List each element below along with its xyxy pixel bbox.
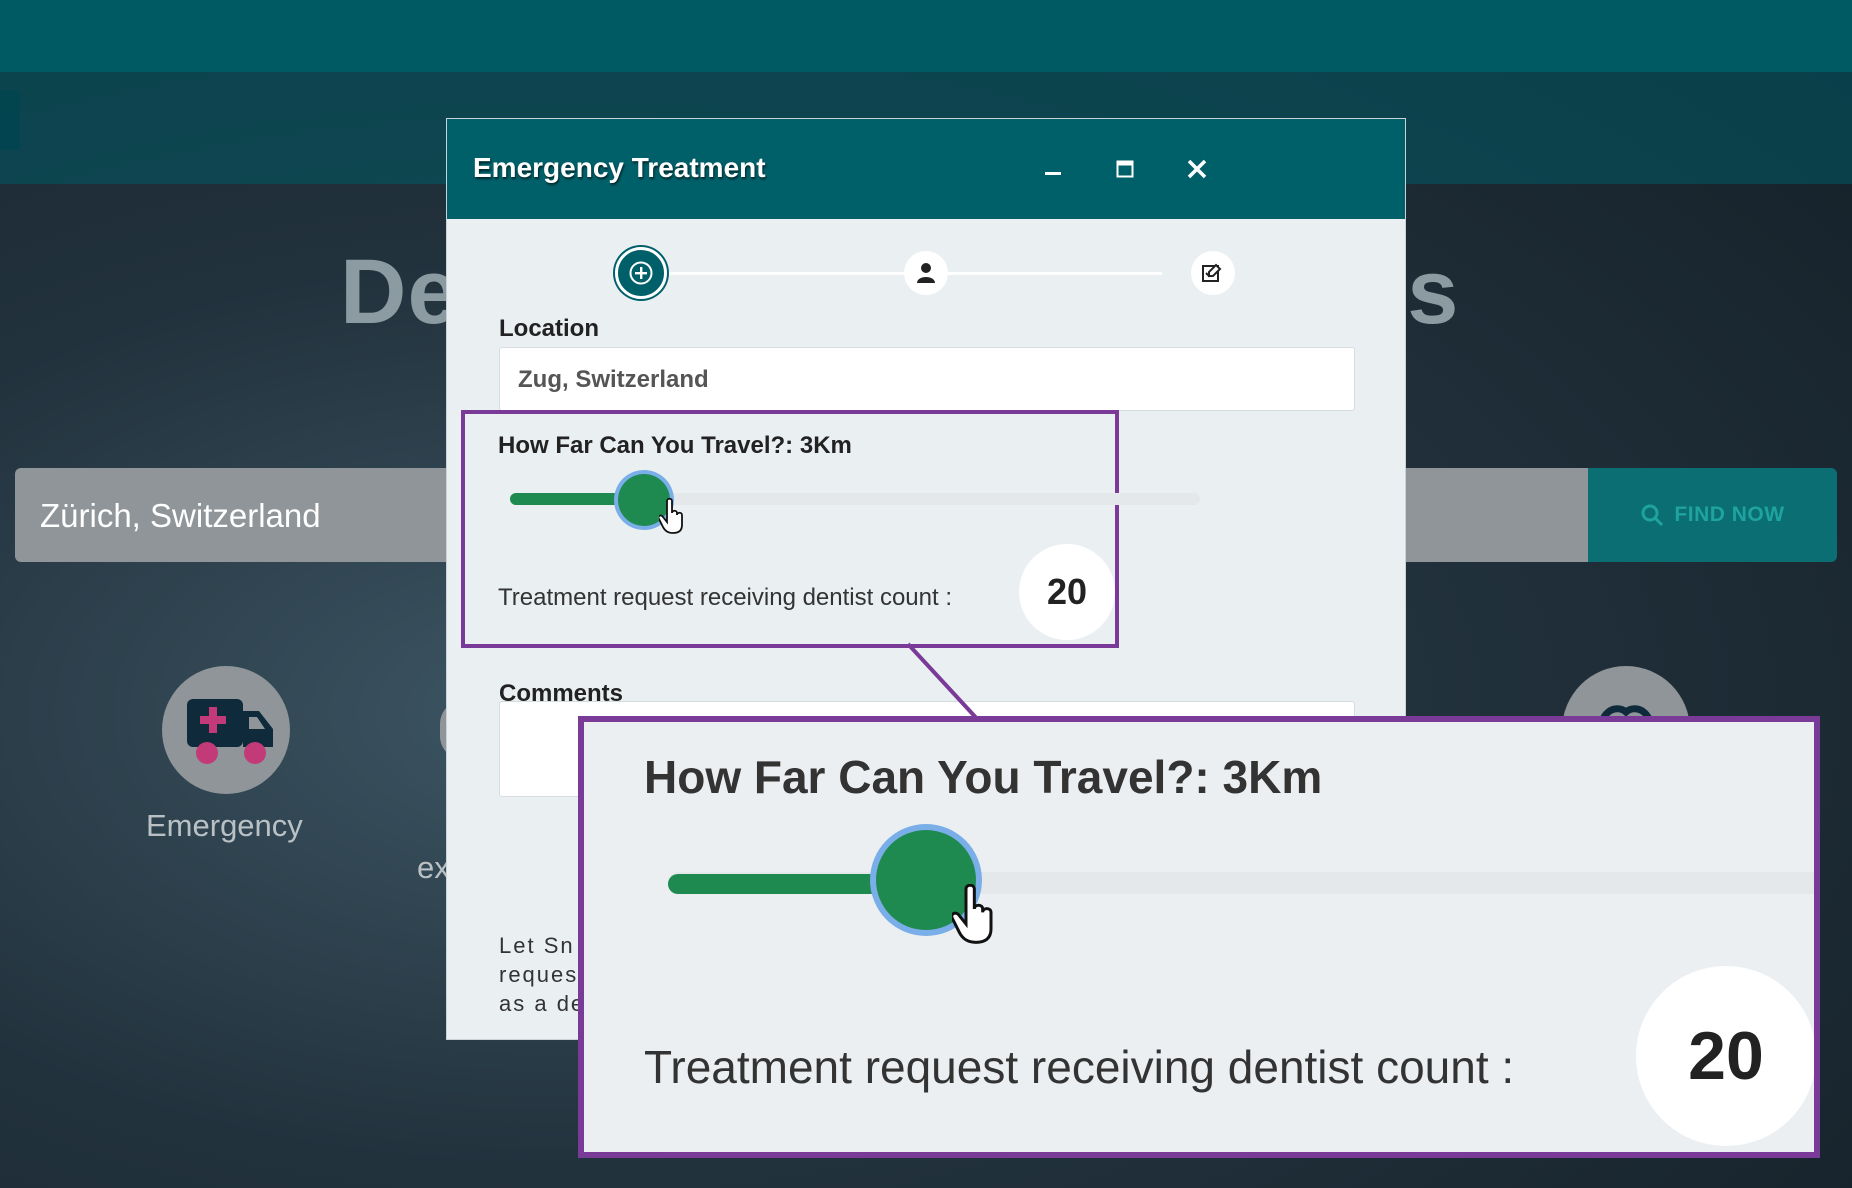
travel-label: How Far Can You Travel?: 3Km	[498, 432, 852, 459]
person-icon	[917, 263, 935, 283]
step-3[interactable]	[1191, 251, 1235, 295]
maximize-button[interactable]	[1101, 145, 1149, 193]
dentist-count-value: 20	[1019, 544, 1115, 640]
maximize-icon	[1116, 160, 1134, 178]
location-label: Location	[499, 315, 599, 342]
find-now-button[interactable]: FIND NOW	[1588, 468, 1837, 562]
service-emergency-label: Emergency	[146, 808, 303, 843]
zoom-travel-label: How Far Can You Travel?: 3Km	[644, 751, 1323, 803]
find-now-label: FIND NOW	[1674, 503, 1785, 526]
travel-slider-fill	[510, 493, 620, 505]
location-input-value: Zug, Switzerland	[518, 366, 709, 393]
search-icon	[1641, 504, 1664, 527]
minimize-button[interactable]	[1029, 145, 1077, 193]
slider-highlight-box: How Far Can You Travel?: 3Km Treatment r…	[461, 410, 1200, 648]
hand-cursor-icon	[659, 498, 683, 534]
dentist-count-label: Treatment request receiving dentist coun…	[498, 584, 953, 611]
zoom-hand-cursor-icon	[952, 884, 993, 944]
zoom-slider-fill	[668, 874, 888, 894]
step-2[interactable]	[904, 251, 948, 295]
dialog-title: Emergency Treatment	[473, 152, 766, 183]
step-1[interactable]	[615, 247, 667, 299]
service-second-label: ex	[417, 850, 450, 885]
close-button[interactable]	[1173, 145, 1221, 193]
location-search-value: Zürich, Switzerland	[40, 497, 321, 534]
service-emergency[interactable]	[162, 666, 290, 794]
dialog-header: Emergency Treatment	[447, 119, 1405, 219]
hero-title-left: De	[340, 241, 460, 343]
zoom-dentist-count-label: Treatment request receiving dentist coun…	[644, 1041, 1515, 1093]
zoom-dentist-count-value: 20	[1636, 966, 1814, 1146]
location-input[interactable]: Zug, Switzerland	[499, 347, 1355, 411]
minimize-icon	[1045, 172, 1061, 175]
ambulance-icon	[187, 699, 273, 764]
close-icon	[1187, 159, 1207, 179]
top-navbar	[0, 0, 1852, 72]
edit-check-icon	[1202, 263, 1222, 282]
zoom-callout: How Far Can You Travel?: 3Km Treatment r…	[578, 716, 1820, 1158]
plus-circle-icon	[629, 261, 653, 285]
stepper-line	[642, 272, 1162, 275]
